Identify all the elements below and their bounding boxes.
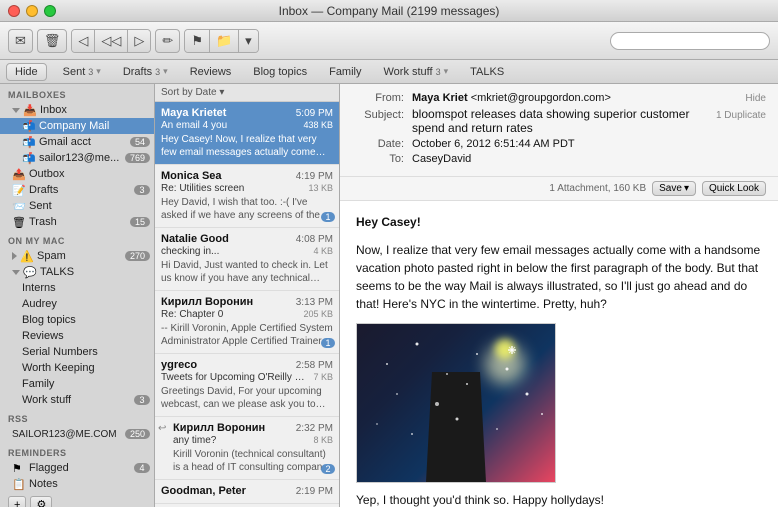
sidebar-item-worth[interactable]: Worth Keeping bbox=[0, 360, 154, 376]
attachment-bar: 1 Attachment, 160 KB Save ▾ Quick Look bbox=[340, 177, 778, 201]
outbox-icon: 📤 bbox=[12, 168, 26, 181]
sidebar-actions: + ⚙ bbox=[0, 492, 154, 507]
inbox-icon: 📥 bbox=[23, 104, 37, 117]
get-mail-button[interactable]: ✉ bbox=[8, 29, 33, 53]
tab-work[interactable]: Work stuff 3 ▾ bbox=[373, 64, 458, 80]
triangle-icon bbox=[12, 252, 17, 260]
message-item[interactable]: ↩ Кирилл Воронин 2:32 PM any time? 8 KB … bbox=[155, 417, 339, 480]
forward-button[interactable]: ▷ bbox=[128, 30, 150, 52]
triangle-icon bbox=[12, 270, 20, 275]
chevron-down-icon: ▾ bbox=[684, 183, 689, 194]
sidebar-item-talks[interactable]: 💬 TALKS bbox=[0, 264, 154, 280]
mark-button[interactable]: ⚑ bbox=[185, 30, 210, 52]
talks-icon: 💬 bbox=[23, 266, 37, 279]
search-input[interactable] bbox=[610, 32, 770, 50]
message-item[interactable]: Кирилл Воронин 3:13 PM Re: Chapter 0 205… bbox=[155, 291, 339, 354]
titlebar: Inbox — Company Mail (2199 messages) bbox=[0, 0, 778, 22]
sidebar-item-sailor-me[interactable]: SAILOR123@ME.COM 250 bbox=[0, 426, 154, 442]
email-photo bbox=[356, 323, 556, 483]
snow-svg bbox=[357, 324, 555, 482]
sidebar-item-gmail[interactable]: 📬 Gmail acct 54 bbox=[0, 134, 154, 150]
drafts-icon: 📝 bbox=[12, 184, 26, 197]
sidebar-item-interns[interactable]: Interns bbox=[0, 280, 154, 296]
window-controls bbox=[8, 5, 56, 17]
sidebar-item-drafts[interactable]: 📝 Drafts 3 bbox=[0, 182, 154, 198]
hide-link[interactable]: Hide bbox=[745, 93, 766, 104]
sidebar-item-notes[interactable]: 📋 Notes bbox=[0, 476, 154, 492]
sidebar-item-reviews[interactable]: Reviews bbox=[0, 328, 154, 344]
sidebar-item-sent[interactable]: 📨 Sent bbox=[0, 198, 154, 214]
reply-all-button[interactable]: ◁◁ bbox=[95, 30, 128, 52]
minimize-button[interactable] bbox=[26, 5, 38, 17]
sidebar-item-serial[interactable]: Serial Numbers bbox=[0, 344, 154, 360]
action-buttons: ⚑ 📁 ▾ bbox=[184, 29, 258, 53]
tab-family[interactable]: Family bbox=[319, 64, 371, 80]
sidebar-item-trash[interactable]: 🗑 Trash 15 bbox=[0, 214, 154, 230]
sidebar-item-audrey[interactable]: Audrey bbox=[0, 296, 154, 312]
sailor-icon: 📬 bbox=[22, 152, 36, 165]
save-button[interactable]: Save ▾ bbox=[652, 181, 696, 196]
sidebar-item-inbox[interactable]: 📥 Inbox bbox=[0, 102, 154, 118]
nav-buttons: ◁ ◁◁ ▷ bbox=[71, 29, 151, 53]
compose-button[interactable]: ✏ bbox=[155, 29, 180, 53]
more-button[interactable]: ▾ bbox=[239, 30, 258, 52]
trash-icon: 🗑 bbox=[12, 216, 26, 229]
message-item[interactable]: Monica Sea 4:19 PM Re: Utilities screen … bbox=[155, 165, 339, 228]
mailboxes-header: MAILBOXES bbox=[0, 84, 154, 102]
notes-icon: 📋 bbox=[12, 478, 26, 491]
sidebar-item-blog[interactable]: Blog topics bbox=[0, 312, 154, 328]
tab-sent[interactable]: Sent 3 ▾ bbox=[53, 64, 111, 80]
message-item[interactable]: Natalie Good 4:08 PM checking in... 4 KB… bbox=[155, 228, 339, 291]
reply-button[interactable]: ◁ bbox=[72, 30, 95, 52]
maximize-button[interactable] bbox=[44, 5, 56, 17]
message-item[interactable]: Goodman, Peter 2:19 PM bbox=[155, 480, 339, 504]
main-layout: MAILBOXES 📥 Inbox 📬 Company Mail 📬 Gmail… bbox=[0, 84, 778, 507]
quick-look-button[interactable]: Quick Look bbox=[702, 181, 766, 196]
triangle-icon bbox=[12, 108, 20, 113]
toolbar: ✉ 🗑 ◁ ◁◁ ▷ ✏ ⚑ 📁 ▾ bbox=[0, 22, 778, 60]
attachment-info: 1 Attachment, 160 KB bbox=[549, 183, 646, 194]
sidebar-item-outbox[interactable]: 📤 Outbox bbox=[0, 166, 154, 182]
spam-icon: ⚠️ bbox=[20, 250, 34, 263]
mailbox-icon: 📬 bbox=[22, 120, 36, 133]
reply-arrow-icon: ↩ bbox=[158, 423, 166, 434]
message-list: Sort by Date ▾ Maya Krietet 5:09 PM An e… bbox=[155, 84, 340, 507]
sidebar-item-company-mail[interactable]: 📬 Company Mail bbox=[0, 118, 154, 134]
tab-drafts[interactable]: Drafts 3 ▾ bbox=[113, 64, 178, 80]
window-title: Inbox — Company Mail (2199 messages) bbox=[279, 4, 500, 18]
sort-bar[interactable]: Sort by Date ▾ bbox=[155, 84, 339, 102]
hide-button[interactable]: Hide bbox=[6, 63, 47, 81]
rss-header: RSS bbox=[0, 408, 154, 426]
gmail-icon: 📬 bbox=[22, 136, 36, 149]
reading-pane: From: Maya Kriet <mkriet@groupgordon.com… bbox=[340, 84, 778, 507]
move-button[interactable]: 📁 bbox=[210, 30, 239, 52]
sidebar-item-work[interactable]: Work stuff 3 bbox=[0, 392, 154, 408]
delete-button[interactable]: 🗑 bbox=[37, 29, 68, 53]
add-mailbox-button[interactable]: + bbox=[8, 496, 26, 507]
flag-icon: ⚑ bbox=[12, 462, 26, 475]
close-button[interactable] bbox=[8, 5, 20, 17]
message-item[interactable]: ygreco 2:58 PM Tweets for Upcoming O'Rei… bbox=[155, 354, 339, 417]
message-item[interactable]: Maya Krietet 5:09 PM An email 4 you 438 … bbox=[155, 102, 339, 165]
sidebar-item-spam[interactable]: ⚠️ Spam 270 bbox=[0, 248, 154, 264]
reminders-header: REMINDERS bbox=[0, 442, 154, 460]
email-header: From: Maya Kriet <mkriet@groupgordon.com… bbox=[340, 84, 778, 177]
on-my-mac-header: ON MY MAC bbox=[0, 230, 154, 248]
sidebar-item-flagged[interactable]: ⚑ Flagged 4 bbox=[0, 460, 154, 476]
sidebar-item-family[interactable]: Family bbox=[0, 376, 154, 392]
duplicate-link[interactable]: 1 Duplicate bbox=[716, 110, 766, 121]
tabs-bar: Hide Sent 3 ▾ Drafts 3 ▾ Reviews Blog to… bbox=[0, 60, 778, 84]
settings-button[interactable]: ⚙ bbox=[30, 496, 52, 507]
sidebar-item-sailor[interactable]: 📬 sailor123@me... 769 bbox=[0, 150, 154, 166]
sent-icon: 📨 bbox=[12, 200, 26, 213]
tab-blog[interactable]: Blog topics bbox=[243, 64, 317, 80]
sidebar: MAILBOXES 📥 Inbox 📬 Company Mail 📬 Gmail… bbox=[0, 84, 155, 507]
email-body: Hey Casey! Now, I realize that very few … bbox=[340, 201, 778, 507]
tab-talks[interactable]: TALKS bbox=[460, 64, 514, 80]
tab-reviews[interactable]: Reviews bbox=[180, 64, 242, 80]
